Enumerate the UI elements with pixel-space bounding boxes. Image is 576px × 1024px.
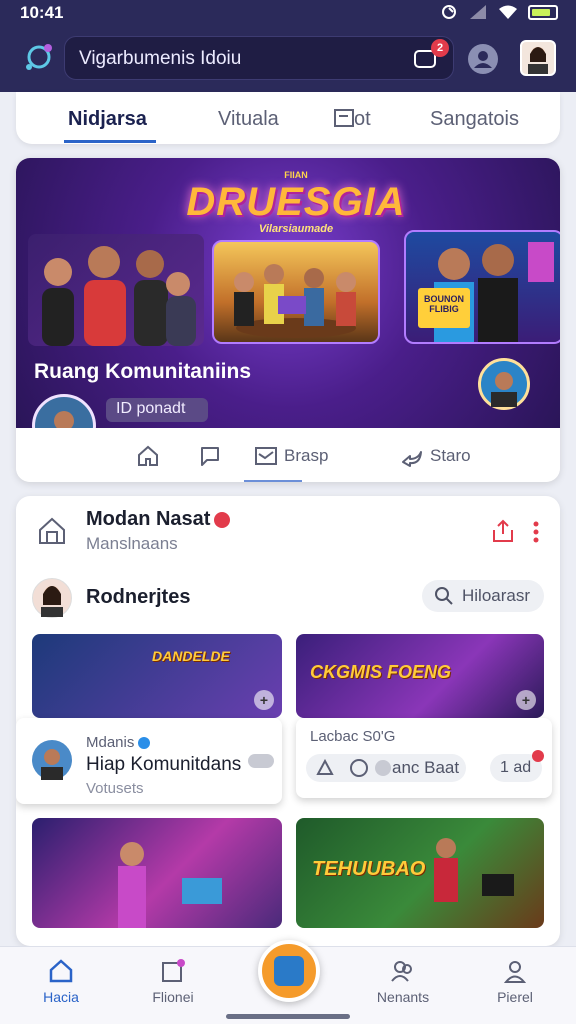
active-tab-indicator	[64, 140, 156, 143]
toggle-switch[interactable]	[248, 754, 274, 768]
community-card: Modan Nasat Manslnaans Rodnerjtes Hiloar…	[16, 496, 560, 946]
verified-icon	[138, 737, 151, 750]
game-tile[interactable]: CKGMIS FOENG +	[296, 634, 544, 718]
community-home-icon	[39, 517, 65, 544]
share-icon[interactable]	[400, 444, 424, 468]
tab-bar: Nidjarsa Vituala ot Sangatois	[16, 92, 560, 144]
avatar	[32, 740, 72, 780]
bell-icon[interactable]	[314, 757, 336, 779]
action-card-text: anc Baat	[392, 758, 460, 777]
nav-home-label: Hacia	[43, 989, 79, 1005]
hero-action-message-label[interactable]: Brasp	[284, 446, 328, 466]
hero-group-image	[28, 234, 204, 346]
home-icon[interactable]	[136, 444, 160, 468]
message-icon[interactable]	[254, 444, 278, 468]
top-bar: 10:41 Vigarbumenis Idoiu 2	[0, 0, 576, 92]
info-card-subtitle: Votusets	[86, 780, 144, 797]
hero-card[interactable]: FIIAN DRUESGIA Vilarsiaumade BOUNON FLIB…	[16, 158, 560, 482]
add-icon[interactable]: +	[254, 690, 274, 710]
filter-button[interactable]: Hiloarasr	[422, 580, 544, 612]
nav-feed[interactable]: Flionei	[128, 957, 218, 1005]
avatar[interactable]	[520, 40, 556, 76]
info-card-label: Mdanis	[86, 734, 151, 751]
home-indicator	[226, 1014, 350, 1019]
tab-ot-label: ot	[354, 108, 371, 130]
chat-icon[interactable]	[198, 444, 222, 468]
hero-id-pill[interactable]: ID ponadt	[106, 398, 208, 422]
tab-ot[interactable]: ot	[334, 108, 371, 131]
filter-button-label: Hiloarasr	[462, 586, 531, 605]
app-logo-icon[interactable]	[22, 40, 56, 74]
nav-profile[interactable]: Pierel	[470, 957, 560, 1005]
game-tile-art	[118, 842, 222, 928]
compose-icon	[274, 956, 304, 986]
share-icon[interactable]	[490, 518, 516, 544]
wifi-icon	[499, 5, 517, 19]
emoji-icon[interactable]	[348, 757, 370, 779]
create-post-button[interactable]	[258, 940, 320, 1002]
tab-sangatois[interactable]: Sangatois	[430, 108, 519, 131]
verified-icon	[214, 511, 231, 528]
hero-action-share-label[interactable]: Staro	[430, 446, 471, 466]
home-icon	[49, 959, 73, 983]
profile-icon[interactable]	[468, 44, 498, 74]
community-subtitle: Manslnaans	[86, 534, 178, 553]
avatar[interactable]	[32, 578, 72, 618]
add-icon[interactable]: +	[516, 690, 536, 710]
notification-dot	[532, 750, 544, 762]
battery-icon	[528, 4, 558, 20]
hero-action-bar: Brasp Staro	[16, 428, 560, 482]
hero-action-indicator	[244, 480, 302, 482]
hero-logo-small: FIIAN	[284, 170, 308, 180]
more-icon[interactable]	[532, 520, 540, 544]
sync-icon	[442, 5, 456, 19]
game-tile[interactable]: TEHUUBAO	[296, 818, 544, 928]
info-card-title: Hiap Komunitdans	[86, 754, 242, 775]
hero-sign: BOUNON FLIBIG	[418, 288, 470, 328]
document-icon	[334, 109, 354, 127]
mic-icon[interactable]	[372, 757, 394, 779]
search-input[interactable]: Vigarbumenis Idoiu 2	[64, 36, 454, 80]
game-tile-art	[434, 838, 514, 902]
game-tile-title: DANDELDE	[152, 648, 230, 664]
hero-gamers-image: BOUNON FLIBIG	[404, 230, 560, 344]
hero-featured-avatar[interactable]	[478, 358, 530, 410]
tab-nidjarsa[interactable]: Nidjarsa	[68, 108, 147, 131]
hero-scene-image	[212, 240, 380, 344]
community-title-text: Modan Nasat	[86, 508, 211, 530]
hero-title: Ruang Komunitaniins	[34, 360, 251, 383]
profile-icon	[503, 961, 527, 983]
game-tile[interactable]: DANDELDE +	[32, 634, 282, 718]
hero-logo-title: DRUESGIA	[186, 180, 406, 224]
status-bar: 10:41	[0, 0, 576, 26]
status-time: 10:41	[20, 3, 64, 22]
gallery-icon	[162, 959, 185, 982]
search-text: Vigarbumenis Idoiu	[79, 48, 242, 69]
community-user-name[interactable]: Rodnerjtes	[86, 586, 190, 609]
notification-badge: 2	[431, 39, 449, 57]
status-icons	[440, 3, 558, 21]
community-action-card[interactable]: Lacbac S0'G anc Baat 1 ad	[296, 718, 552, 798]
community-info-card[interactable]: Mdanis Hiap Komunitdans Votusets	[16, 718, 282, 804]
users-icon	[391, 961, 412, 982]
nav-friends-label: Nenants	[376, 989, 430, 1005]
nav-profile-label: Pierel	[497, 989, 533, 1005]
nav-home[interactable]: Hacia	[16, 957, 106, 1005]
hero-logo: FIIAN DRUESGIA Vilarsiaumade	[186, 170, 406, 235]
nav-friends[interactable]: Nenants	[358, 957, 448, 1005]
tab-vituala[interactable]: Vituala	[218, 108, 279, 131]
nav-feed-label: Flionei	[152, 989, 194, 1005]
search-icon	[435, 587, 453, 605]
hero-banner[interactable]: FIIAN DRUESGIA Vilarsiaumade BOUNON FLIB…	[16, 158, 560, 458]
signal-icon	[470, 5, 486, 19]
game-tile[interactable]	[32, 818, 282, 928]
game-tile-title: CKGMIS FOENG	[310, 662, 452, 682]
action-card-label: Lacbac S0'G	[310, 728, 396, 745]
info-card-label-text: Mdanis	[86, 734, 135, 751]
community-title: Modan Nasat	[86, 508, 231, 531]
